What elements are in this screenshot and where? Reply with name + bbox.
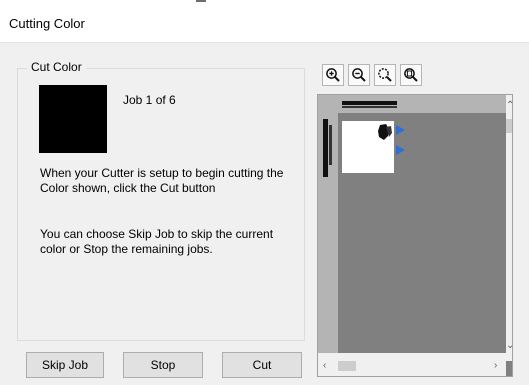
- stop-button[interactable]: Stop: [123, 352, 203, 378]
- zoom-fit-icon: [378, 68, 392, 82]
- cutting-mat: [342, 121, 394, 173]
- zoom-in-button[interactable]: [322, 64, 344, 86]
- zoom-out-button[interactable]: [348, 64, 370, 86]
- design-shape-icon: [378, 124, 392, 140]
- scroll-left-icon[interactable]: ‹: [323, 361, 326, 371]
- cut-color-legend: Cut Color: [27, 60, 86, 74]
- cut-button[interactable]: Cut: [222, 352, 302, 378]
- skip-stop-text: You can choose Skip Job to skip the curr…: [40, 227, 274, 256]
- zoom-fit-button[interactable]: [374, 64, 396, 86]
- job-counter: Job 1 of 6: [123, 93, 176, 107]
- color-swatch: [39, 85, 107, 153]
- left-ruler-mark-secondary: [329, 125, 332, 165]
- top-ruler-mark: [342, 101, 397, 105]
- scroll-up-icon[interactable]: ⌃: [506, 101, 512, 111]
- title-bar: Cutting Color: [0, 0, 529, 43]
- instructions-text: When your Cutter is setup to begin cutti…: [40, 166, 284, 195]
- zoom-out-icon: [352, 68, 366, 82]
- window-title: Cutting Color: [9, 16, 85, 31]
- skip-job-button[interactable]: Skip Job: [26, 352, 104, 378]
- title-bar-mark: [196, 0, 206, 2]
- position-marker: [396, 125, 405, 135]
- horizontal-scrollbar[interactable]: ‹ ›: [318, 353, 506, 376]
- position-marker: [396, 145, 405, 155]
- left-ruler: [318, 95, 338, 353]
- horizontal-scroll-thumb[interactable]: [338, 361, 356, 371]
- vertical-scrollbar[interactable]: ⌃ ⌄: [506, 95, 512, 361]
- preview-pane[interactable]: ⌃ ⌄ ‹ ›: [317, 94, 513, 377]
- scroll-down-icon[interactable]: ⌄: [506, 341, 512, 351]
- vertical-scroll-thumb[interactable]: [506, 119, 512, 133]
- zoom-page-button[interactable]: [400, 64, 422, 86]
- zoom-page-icon: [404, 68, 418, 82]
- zoom-in-icon: [326, 68, 340, 82]
- left-ruler-mark: [323, 119, 328, 177]
- top-ruler-mark-secondary: [342, 106, 397, 108]
- scroll-right-icon[interactable]: ›: [494, 361, 497, 371]
